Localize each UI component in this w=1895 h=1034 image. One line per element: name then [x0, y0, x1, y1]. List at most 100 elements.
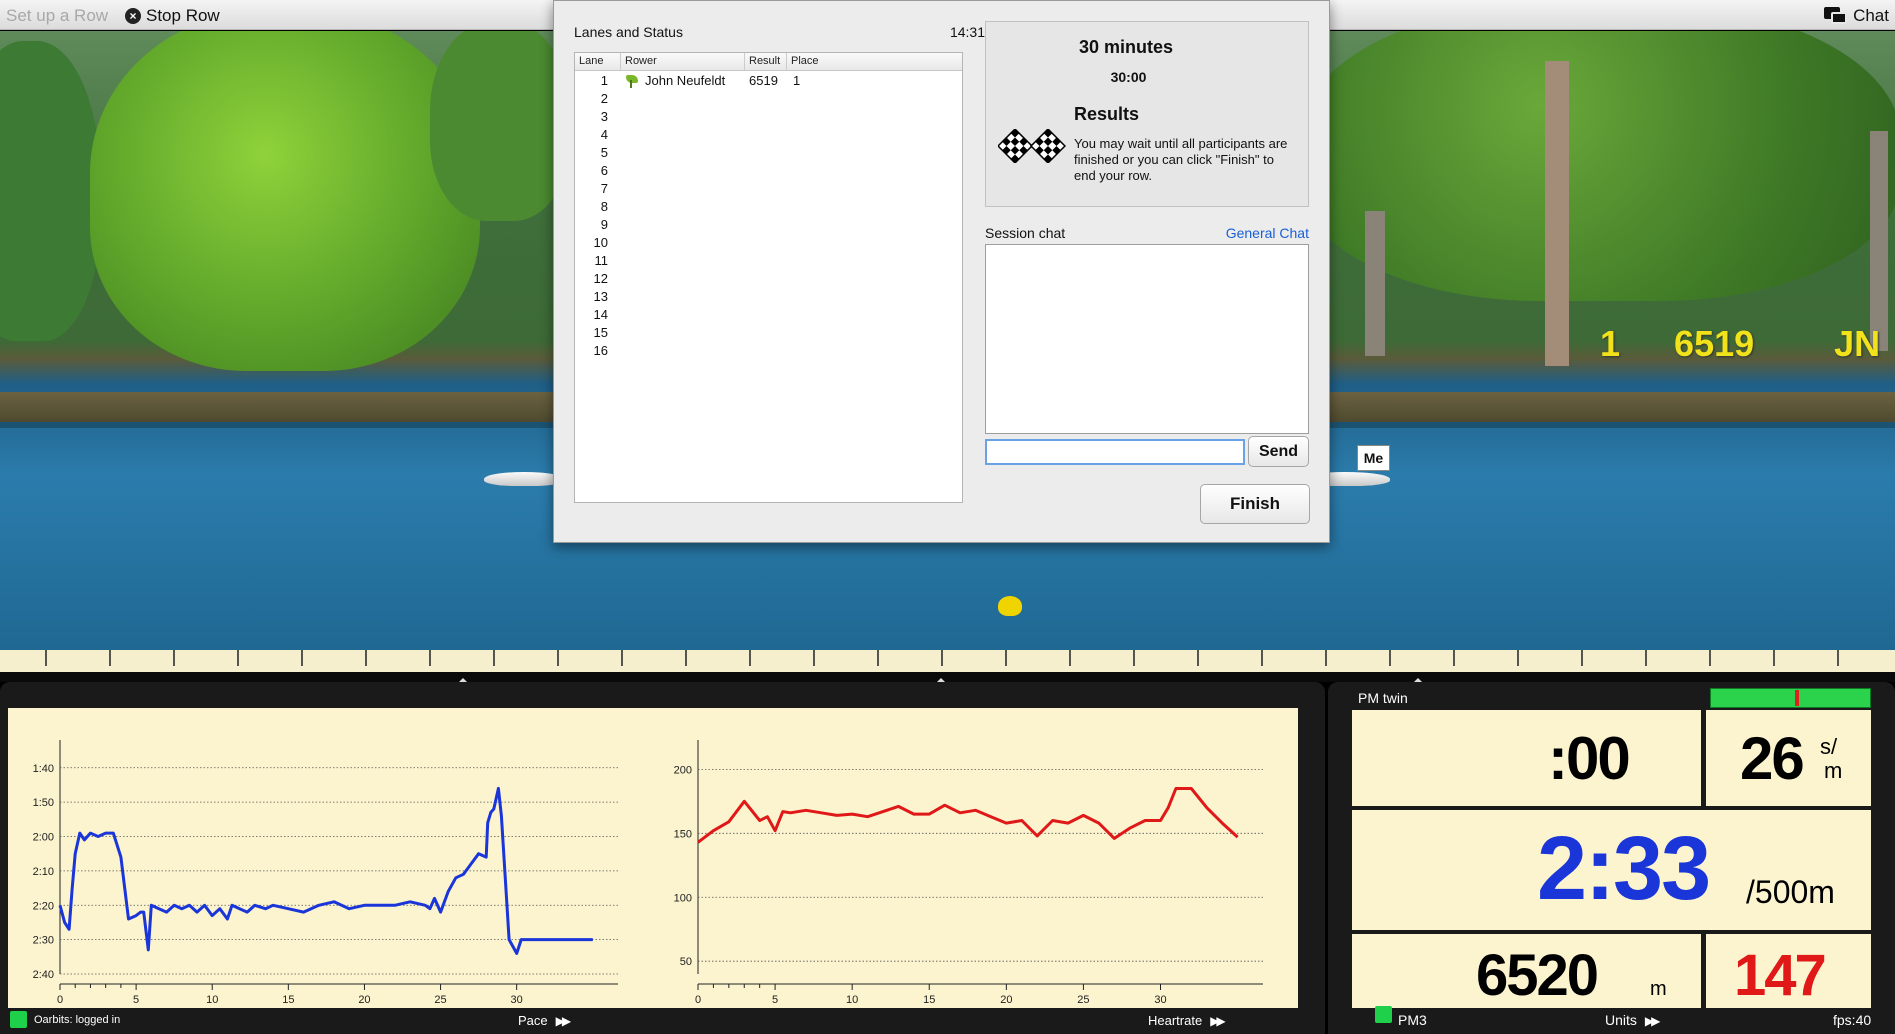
- tree-trunk: [1365, 211, 1385, 356]
- pm-time-cell: :00: [1352, 710, 1701, 806]
- setup-row-menu[interactable]: Set up a Row: [6, 6, 108, 26]
- chat-button[interactable]: Chat: [1824, 6, 1889, 26]
- pm-monitor-panel: PM twin :00 26 s/ m 2:33 /500m 6520 m 14…: [1328, 682, 1895, 1034]
- rower-name-text: John Neufeldt: [645, 73, 726, 88]
- buoy: [998, 596, 1022, 616]
- ruler-markers: [0, 672, 1895, 685]
- column-lane[interactable]: Lane: [575, 53, 621, 70]
- standing-initials: JN: [1834, 323, 1881, 364]
- pm-spm-unit-bottom: m: [1824, 758, 1843, 783]
- table-row[interactable]: 2: [575, 91, 962, 109]
- y-tick-label: 2:20: [33, 900, 54, 912]
- lane-number: 3: [600, 109, 608, 124]
- lane-number: 13: [593, 289, 608, 304]
- table-row[interactable]: 4: [575, 127, 962, 145]
- tree-trunk: [1545, 61, 1569, 366]
- pace-chart: 1:401:502:002:102:202:302:400 5 10 15 20 25 30: [33, 740, 618, 1006]
- column-rower[interactable]: Rower: [621, 53, 745, 70]
- finish-button[interactable]: Finish: [1200, 484, 1310, 524]
- heartrate-chart-selector[interactable]: Heartrate ▶▶: [1148, 1013, 1226, 1028]
- pm-spm-unit-top: s/: [1820, 734, 1838, 759]
- standing-place: 1: [1600, 323, 1621, 364]
- table-row[interactable]: 1 John Neufeldt 6519 1: [575, 73, 962, 91]
- table-row[interactable]: 14: [575, 307, 962, 325]
- tree-mid: [430, 31, 570, 221]
- pm-distance: 6520: [1476, 943, 1599, 1008]
- charts-panel: 1:40 1:50 2:00 2:10 2:20 2:30 2:40 0 5 10 15 20 25 30…: [0, 682, 1325, 1034]
- table-row[interactable]: 3: [575, 109, 962, 127]
- chat-label: Chat: [1853, 6, 1889, 25]
- heartrate-chart: 501001502000 5 10 15 20 25 30: [674, 740, 1263, 1006]
- series-line: [697, 787, 1239, 844]
- pm-distance-cell: 6520 m: [1352, 934, 1701, 1008]
- table-row[interactable]: 5: [575, 145, 962, 163]
- pm-progress-marker: [1795, 690, 1799, 706]
- fast-forward-icon: ▶▶: [1644, 1014, 1661, 1028]
- tree-left-main: [90, 31, 480, 371]
- table-row[interactable]: 13: [575, 289, 962, 307]
- pace-chart-label: Pace: [518, 1013, 548, 1028]
- pm-distance-unit: m: [1650, 978, 1667, 1000]
- standings-overlay: 1 6519 JN: [1600, 323, 1880, 365]
- table-row[interactable]: 11: [575, 253, 962, 271]
- table-row[interactable]: 12: [575, 271, 962, 289]
- lane-number: 12: [593, 271, 608, 286]
- session-chat-log[interactable]: [985, 244, 1309, 434]
- table-row[interactable]: 16: [575, 343, 962, 361]
- column-place[interactable]: Place: [787, 53, 962, 70]
- fps-counter: fps:40: [1833, 1012, 1872, 1028]
- send-button[interactable]: Send: [1248, 436, 1309, 467]
- race-status-dialog: Lanes and Status 14:31 GMT Lane Rower Re…: [553, 0, 1330, 543]
- login-status: Oarbits: logged in: [34, 1014, 121, 1026]
- results-message: You may wait until all participants are …: [1074, 136, 1288, 183]
- column-result[interactable]: Result: [745, 53, 787, 70]
- tree-right-main: [1300, 31, 1895, 301]
- table-row[interactable]: 10: [575, 235, 962, 253]
- units-selector[interactable]: Units ▶▶: [1605, 1012, 1661, 1028]
- workout-duration-title: 30 minutes: [1078, 37, 1174, 57]
- table-row[interactable]: 6: [575, 163, 962, 181]
- lanes-table: Lane Rower Result Place 1 John Neufeldt 65…: [574, 52, 963, 503]
- checkered-flags-icon: [998, 129, 1066, 163]
- lanes-title: Lanes and Status: [574, 24, 683, 40]
- pace-chart-selector[interactable]: Pace ▶▶: [518, 1013, 572, 1028]
- y-tick-label: 2:10: [33, 866, 54, 878]
- flag-icon: [625, 74, 639, 88]
- ruler-ticks: [45, 650, 1839, 666]
- workout-duration-time: 30:00: [1110, 69, 1147, 85]
- y-tick-label: 1:40: [33, 763, 54, 775]
- table-row[interactable]: 8: [575, 199, 962, 217]
- pm-progress-bar: [1710, 688, 1871, 708]
- lane-number: 7: [600, 181, 608, 196]
- tree-left-bg: [0, 41, 100, 341]
- lane-number: 14: [593, 307, 608, 322]
- table-row[interactable]: 9: [575, 217, 962, 235]
- chat-bubbles-icon: [1824, 7, 1848, 25]
- units-label: Units: [1605, 1012, 1637, 1028]
- lane-number: 2: [600, 91, 608, 106]
- boat-left: [484, 472, 564, 486]
- lane-number: 8: [600, 199, 608, 214]
- pm-time: :00: [1548, 725, 1631, 792]
- stop-row-button[interactable]: × Stop Row: [125, 6, 220, 26]
- results-box: 30 minutes 30:00 Results You may wait un…: [985, 21, 1309, 207]
- lane-number: 4: [600, 127, 608, 142]
- y-tick-label: 100: [674, 892, 692, 904]
- chat-message-input[interactable]: [985, 439, 1245, 465]
- heartrate-chart-label: Heartrate: [1148, 1013, 1203, 1028]
- lane-number: 16: [593, 343, 608, 358]
- lane-number: 10: [593, 235, 608, 250]
- fast-forward-icon: ▶▶: [555, 1014, 572, 1028]
- stop-row-label: Stop Row: [146, 6, 220, 25]
- general-chat-link[interactable]: General Chat: [1226, 225, 1309, 241]
- pm-pace-unit: /500m: [1746, 874, 1835, 910]
- y-tick-label: 2:30: [33, 935, 54, 947]
- rower-result: 6519: [749, 73, 778, 88]
- y-tick-label: 1:50: [33, 797, 54, 809]
- rower-name: John Neufeldt: [625, 73, 725, 88]
- table-row[interactable]: 15: [575, 325, 962, 343]
- lane-number: 1: [600, 73, 608, 88]
- table-row[interactable]: 7: [575, 181, 962, 199]
- close-circle-icon: ×: [125, 8, 141, 24]
- results-title: Results: [1074, 104, 1140, 124]
